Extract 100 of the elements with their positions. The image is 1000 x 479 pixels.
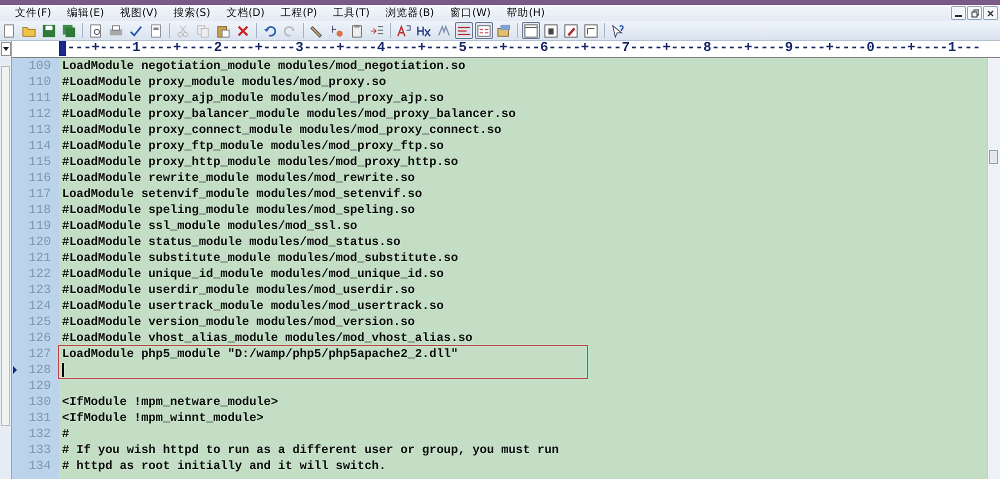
close-icon (236, 24, 250, 38)
code-line: <IfModule !mpm_winnt_module> (62, 411, 264, 425)
menu-item[interactable]: 窗口(W) (442, 6, 499, 20)
code-line: #LoadModule usertrack_module modules/mod_usertrack.so (62, 299, 444, 313)
line-number: 132 (28, 427, 51, 441)
window-icon (584, 24, 598, 38)
toolbox-icon (497, 24, 511, 38)
page-icon (149, 24, 163, 38)
line-number: 116 (28, 171, 51, 185)
menu-item[interactable]: 搜索(S) (165, 6, 218, 20)
check-mark-icon (129, 24, 143, 38)
menu-item[interactable]: 文档(D) (218, 6, 273, 20)
scrollbar[interactable] (1, 66, 10, 426)
line-number: 131 (28, 411, 51, 425)
restore-button[interactable] (967, 6, 982, 20)
window-icon (524, 24, 538, 38)
line-number: 117 (28, 187, 51, 201)
close-button[interactable] (983, 6, 998, 20)
toolbar-button[interactable] (582, 22, 600, 39)
undo-icon (263, 24, 277, 38)
window-icon (544, 24, 558, 38)
menu-item[interactable]: 文件(F) (7, 6, 60, 20)
code-line: #LoadModule proxy_module modules/mod_proxy.so (62, 75, 386, 89)
line-number: 119 (28, 219, 51, 233)
line-number: 109 (28, 59, 51, 73)
code-line: #LoadModule speling_module modules/mod_speling.so (62, 203, 415, 217)
code-line: LoadModule negotiation_module modules/mod_negotiation.so (62, 59, 466, 73)
code-line: #LoadModule proxy_ftp_module modules/mod_proxy_ftp.so (62, 139, 444, 153)
clipboard-icon (216, 24, 230, 38)
line-number: 134 (28, 459, 51, 473)
code-line: #LoadModule proxy_http_module modules/mod_proxy_http.so (62, 155, 458, 169)
minimize-icon (955, 14, 962, 16)
toolbar-button[interactable] (60, 22, 78, 39)
toolbar-button[interactable] (495, 22, 513, 39)
restore-icon (970, 8, 979, 18)
redo-icon (283, 24, 297, 38)
line-number: 129 (28, 379, 51, 393)
toolbar-button[interactable] (562, 22, 580, 39)
code-line: #LoadModule rewrite_module modules/mod_rewrite.so (62, 171, 415, 185)
line-number: 127 (28, 347, 51, 361)
scissors-icon (176, 24, 190, 38)
font-size-icon (397, 24, 411, 38)
code-line: #LoadModule vhost_alias_module modules/mod_vhost_alias.so (62, 331, 472, 345)
line-number: 123 (28, 283, 51, 297)
toolbar-button[interactable] (455, 22, 473, 39)
column-ruler: ---+----1----+----2----+----3----+----4----+----5----+----6----+----7----+----8----+----9----+----0----+----1--- (59, 41, 981, 57)
code-line: #LoadModule proxy_ajp_module modules/mod_proxy_ajp.so (62, 91, 444, 105)
menu-item[interactable]: 浏览器(B) (378, 6, 442, 20)
line-number: 120 (28, 235, 51, 249)
line-number: 130 (28, 395, 51, 409)
toolbar-button[interactable] (475, 22, 493, 39)
code-line: #LoadModule version_module modules/mod_version.so (62, 315, 415, 329)
code-line: #LoadModule status_module modules/mod_status.so (62, 235, 400, 249)
line-number: 115 (28, 155, 51, 169)
toolbar-button[interactable] (522, 22, 540, 39)
code-line: #LoadModule proxy_connect_module modules/mod_proxy_connect.so (62, 123, 502, 137)
minimize-button[interactable] (951, 6, 966, 20)
code-line: <IfModule !mpm_netware_module> (62, 395, 278, 409)
line-number: 122 (28, 267, 51, 281)
help-icon (611, 24, 625, 38)
text-cursor (62, 362, 64, 377)
menu-item[interactable]: 工具(T) (325, 6, 378, 20)
printer-icon (109, 24, 123, 38)
line-number: 124 (28, 299, 51, 313)
code-line: #LoadModule userdir_module modules/mod_userdir.so (62, 283, 415, 297)
code-line: LoadModule php5_module "D:/wamp/php5/php5apache2_2.dll" (62, 347, 458, 361)
toolbar-button[interactable] (40, 22, 58, 39)
code-line: # httpd as root initially and it will switch. (62, 459, 386, 473)
code-line: #LoadModule ssl_module modules/mod_ssl.so (62, 219, 358, 233)
menu-item[interactable]: 视图(V) (112, 6, 166, 20)
code-line: #LoadModule unique_id_module modules/mod_unique_id.so (62, 267, 444, 281)
columns-icon (477, 24, 491, 38)
line-number: 112 (28, 107, 51, 121)
code-line: # (62, 427, 70, 441)
code-line: #LoadModule substitute_module modules/mod_substitute.so (62, 251, 458, 265)
menu-item[interactable]: 工程(P) (272, 6, 326, 20)
magnifier-page-icon (89, 24, 103, 38)
close-icon (986, 8, 995, 18)
toolbar-button[interactable] (395, 22, 413, 39)
line-number: 121 (28, 251, 51, 265)
code-line: # If you wish httpd to run as a different user or group, you must run (62, 443, 559, 457)
line-number: 110 (28, 75, 51, 89)
menu-item[interactable]: 编辑(E) (59, 6, 112, 20)
clipboard-icon (350, 24, 364, 38)
dropdown-button[interactable] (0, 42, 10, 56)
line-number: 114 (28, 139, 51, 153)
caret-icon (2, 47, 8, 51)
toolbar-button[interactable] (542, 22, 560, 39)
line-number: 126 (28, 331, 51, 345)
line-number: 128 (28, 363, 51, 377)
copy-icon (196, 24, 210, 38)
line-number: 118 (28, 203, 51, 217)
disks-icon (62, 24, 76, 38)
code-line: #LoadModule proxy_balancer_module modules/mod_proxy_balancer.so (62, 107, 516, 121)
hex-icon (417, 24, 431, 38)
scrollbar[interactable] (987, 58, 1000, 479)
line-number: 125 (28, 315, 51, 329)
menu-item[interactable]: 帮助(H) (498, 6, 553, 20)
document-icon (2, 24, 16, 38)
line-number: 113 (28, 123, 51, 137)
